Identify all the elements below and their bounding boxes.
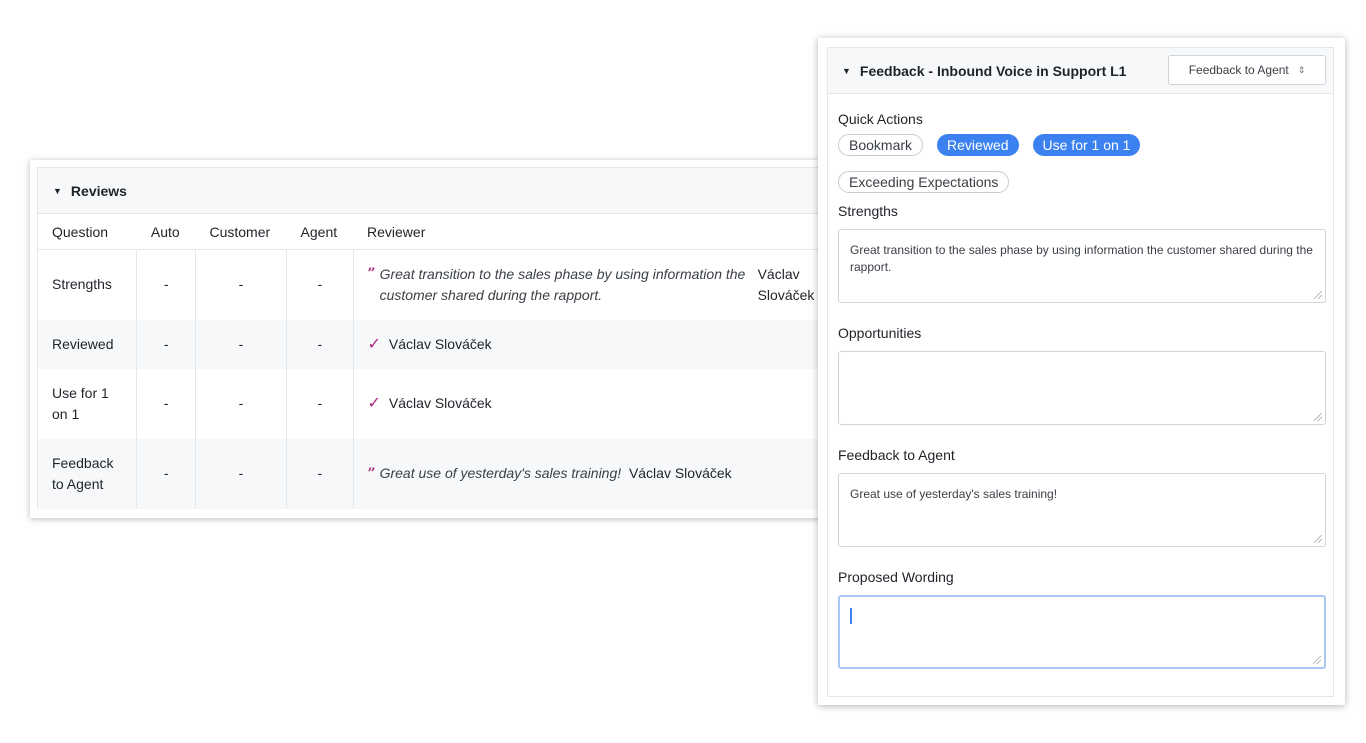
column-header-agent: Agent	[286, 214, 354, 250]
table-header-row: Question Auto Customer Agent Reviewer	[38, 214, 890, 250]
feedback-title: Feedback - Inbound Voice in Support L1	[859, 62, 1127, 79]
table-row: Strengths - - - ” Great transition to th…	[38, 249, 890, 320]
proposed-wording-textarea[interactable]	[838, 595, 1326, 669]
quote-icon: ”	[367, 465, 376, 482]
reviewer-cell: ” Great transition to the sales phase by…	[353, 250, 890, 320]
feedback-type-select[interactable]: Feedback to Agent ⇕	[1168, 55, 1326, 85]
question-cell: Strengths	[38, 249, 138, 320]
resize-handle-icon[interactable]	[1314, 291, 1322, 299]
column-header-auto: Auto	[136, 214, 196, 250]
table-row: Feedback to Agent - - - ” Great use of ye…	[38, 438, 890, 509]
feedback-to-agent-label: Feedback to Agent	[838, 447, 955, 463]
reviews-header[interactable]: ▼ Reviews	[38, 168, 890, 214]
feedback-form: ▼ Feedback - Inbound Voice in Support L1…	[827, 47, 1334, 697]
checkmark-icon: ✓	[367, 335, 381, 353]
table-row: Reviewed - - - ✓ Václav Slováček	[38, 319, 890, 369]
strengths-text: Great transition to the sales phase by u…	[850, 243, 1313, 274]
caret-down-icon[interactable]: ▼	[842, 66, 851, 76]
feedback-to-agent-textarea[interactable]: Great use of yesterday's sales training!	[838, 473, 1326, 547]
auto-cell: -	[136, 368, 196, 439]
feedback-panel: ▼ Feedback - Inbound Voice in Support L1…	[818, 38, 1345, 705]
auto-cell: -	[136, 319, 196, 369]
reviewed-pill[interactable]: Reviewed	[937, 134, 1019, 156]
reviewer-name: Václav Slováček	[388, 395, 492, 411]
caret-down-icon[interactable]: ▼	[53, 186, 62, 196]
reviewer-cell: ” Great use of yesterday's sales training…	[353, 438, 890, 509]
reviewer-cell: ✓ Václav Slováček	[353, 319, 890, 369]
reviewer-quote: Great transition to the sales phase by u…	[379, 265, 746, 303]
resize-handle-icon[interactable]	[1314, 535, 1322, 543]
reviews-title: Reviews	[70, 182, 127, 199]
text-cursor	[850, 608, 852, 624]
strengths-textarea[interactable]: Great transition to the sales phase by u…	[838, 229, 1326, 303]
customer-cell: -	[195, 249, 288, 320]
chevron-updown-icon: ⇕	[1297, 64, 1306, 75]
feedback-header[interactable]: ▼ Feedback - Inbound Voice in Support L1…	[828, 48, 1333, 94]
reviews-panel: ▼ Reviews Question Auto Customer Agent R…	[37, 167, 890, 509]
question-cell: Use for 1 on 1	[38, 368, 138, 439]
reviewer-name: Václav Slováček	[628, 464, 732, 481]
reviews-card: ▼ Reviews Question Auto Customer Agent R…	[30, 160, 890, 518]
reviewer-quote: Great use of yesterday's sales training!	[379, 464, 622, 481]
use-for-1on1-pill[interactable]: Use for 1 on 1	[1032, 134, 1141, 156]
column-header-reviewer: Reviewer	[353, 214, 890, 250]
auto-cell: -	[136, 438, 196, 509]
strengths-label: Strengths	[838, 203, 898, 219]
agent-cell: -	[286, 319, 354, 369]
question-cell: Feedback to Agent	[38, 438, 138, 509]
customer-cell: -	[195, 438, 288, 509]
agent-cell: -	[286, 249, 354, 320]
resize-handle-icon[interactable]	[1313, 656, 1321, 664]
resize-handle-icon[interactable]	[1314, 413, 1322, 421]
table-row: Use for 1 on 1 - - - ✓ Václav Slováček	[38, 368, 890, 439]
customer-cell: -	[195, 319, 288, 369]
proposed-wording-label: Proposed Wording	[838, 569, 954, 585]
opportunities-label: Opportunities	[838, 325, 922, 341]
quick-actions: Bookmark Reviewed Use for 1 on 1 Exceedi…	[838, 134, 1318, 208]
agent-cell: -	[286, 368, 354, 439]
quick-actions-label: Quick Actions	[838, 111, 923, 127]
reviewer-cell: ✓ Václav Slováček	[353, 369, 890, 439]
question-cell: Reviewed	[38, 319, 138, 369]
column-header-customer: Customer	[195, 214, 287, 250]
reviewer-name: Václav Slováček	[388, 335, 492, 352]
reviewer-name: Václav Slováček	[757, 265, 815, 303]
bookmark-pill[interactable]: Bookmark	[838, 134, 924, 156]
agent-cell: -	[286, 438, 354, 509]
column-header-question: Question	[38, 214, 137, 250]
select-value: Feedback to Agent	[1188, 63, 1289, 77]
auto-cell: -	[136, 249, 196, 320]
customer-cell: -	[195, 368, 288, 439]
checkmark-icon: ✓	[367, 395, 381, 412]
feedback-to-agent-text: Great use of yesterday's sales training!	[850, 487, 1058, 501]
reviews-table: Question Auto Customer Agent Reviewer St…	[38, 214, 890, 509]
feedback-body: Quick Actions Bookmark Reviewed Use for …	[828, 94, 1333, 669]
exceeding-expectations-pill[interactable]: Exceeding Expectations	[838, 171, 1010, 193]
opportunities-textarea[interactable]	[838, 351, 1326, 425]
quote-icon: ”	[367, 265, 376, 282]
